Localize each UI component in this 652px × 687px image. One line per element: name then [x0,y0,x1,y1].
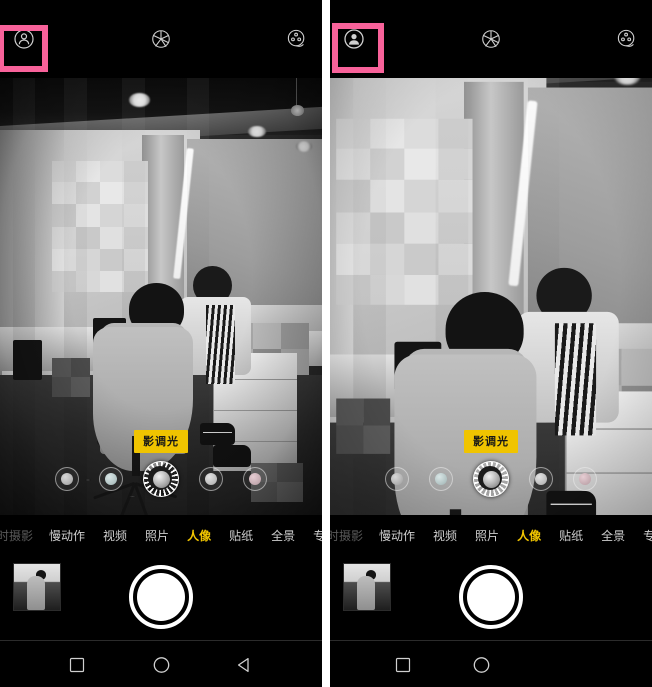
aperture-icon[interactable] [478,26,504,52]
filter-wheel-icon[interactable] [614,26,640,52]
mosaic-block-floor [335,398,391,454]
mode-item-timelapse[interactable]: 延时摄影 [0,527,34,544]
camera-viewfinder[interactable]: 影调光 [0,78,322,515]
lighting-option-studio-light[interactable] [99,467,123,491]
back-triangle-icon[interactable] [235,656,253,674]
lighting-effect-badge: 影调光 [464,430,518,453]
shutter-button[interactable] [129,565,193,629]
camera-capture-bar [330,555,652,640]
mode-item-video[interactable]: 视频 [432,527,458,544]
camera-mode-selector[interactable]: 延时摄影 慢动作 视频 照片 人像 贴纸 全景 专业 [0,515,322,555]
camera-top-toolbar [0,0,322,78]
aperture-icon[interactable] [148,26,174,52]
phone-panel-right: 影调光 延时摄影 慢动作 视频 照片 人像 贴纸 全景 专业 [330,0,652,687]
filter-wheel-icon[interactable] [284,26,310,52]
mode-item-sticker[interactable]: 贴纸 [228,527,254,544]
lighting-option-studio-light[interactable] [429,467,453,491]
camera-mode-selector[interactable]: 延时摄影 慢动作 视频 照片 人像 贴纸 全景 专业 [330,515,652,555]
android-navigation-bar [330,640,652,687]
lighting-option-natural-light[interactable] [55,467,79,491]
mode-item-portrait[interactable]: 人像 [516,527,542,544]
lighting-effect-selector[interactable] [330,461,652,497]
mode-item-photo[interactable]: 照片 [474,527,500,544]
camera-top-toolbar [330,0,652,78]
mode-item-slowmotion[interactable]: 慢动作 [48,527,86,544]
phone-panel-left: 影调光 延时摄影 慢动作 视频 照片 人像 贴纸 全景 专业 [0,0,322,687]
screenshot-stage: 影调光 延时摄影 慢动作 视频 照片 人像 贴纸 全景 专业 [0,0,652,687]
person-filled-icon[interactable] [341,26,367,52]
home-circle-icon[interactable] [472,655,491,674]
mode-item-timelapse[interactable]: 延时摄影 [330,527,364,544]
lighting-option-stage-light[interactable] [199,467,223,491]
lighting-option-stage-light-mono[interactable] [573,467,597,491]
recents-square-icon[interactable] [394,656,412,674]
mode-item-portrait[interactable]: 人像 [186,527,212,544]
last-photo-thumbnail[interactable] [13,563,61,611]
mode-item-photo[interactable]: 照片 [144,527,170,544]
camera-capture-bar [0,555,322,640]
panel-divider [322,0,330,687]
lighting-option-stage-light-mono[interactable] [243,467,267,491]
recents-square-icon[interactable] [68,656,86,674]
mode-item-pro[interactable]: 专业 [642,527,652,544]
mosaic-block-floor [51,357,91,397]
mode-item-panorama[interactable]: 全景 [600,527,626,544]
lighting-option-natural-light[interactable] [385,467,409,491]
mode-item-panorama[interactable]: 全景 [270,527,296,544]
android-navigation-bar [0,640,322,687]
home-circle-icon[interactable] [152,655,171,674]
camera-viewfinder[interactable]: 影调光 [330,78,652,515]
portrait-person-icon[interactable] [11,26,37,52]
last-photo-thumbnail[interactable] [343,563,391,611]
mode-item-video[interactable]: 视频 [102,527,128,544]
shutter-button[interactable] [459,565,523,629]
lighting-effect-selector[interactable] [0,461,322,497]
mode-item-sticker[interactable]: 贴纸 [558,527,584,544]
lighting-option-tonal-light[interactable] [143,461,179,497]
mode-item-pro[interactable]: 专业 [312,527,322,544]
lighting-effect-badge: 影调光 [134,430,188,453]
mode-item-slowmotion[interactable]: 慢动作 [378,527,416,544]
lighting-option-stage-light[interactable] [529,467,553,491]
lighting-option-tonal-light[interactable] [473,461,509,497]
